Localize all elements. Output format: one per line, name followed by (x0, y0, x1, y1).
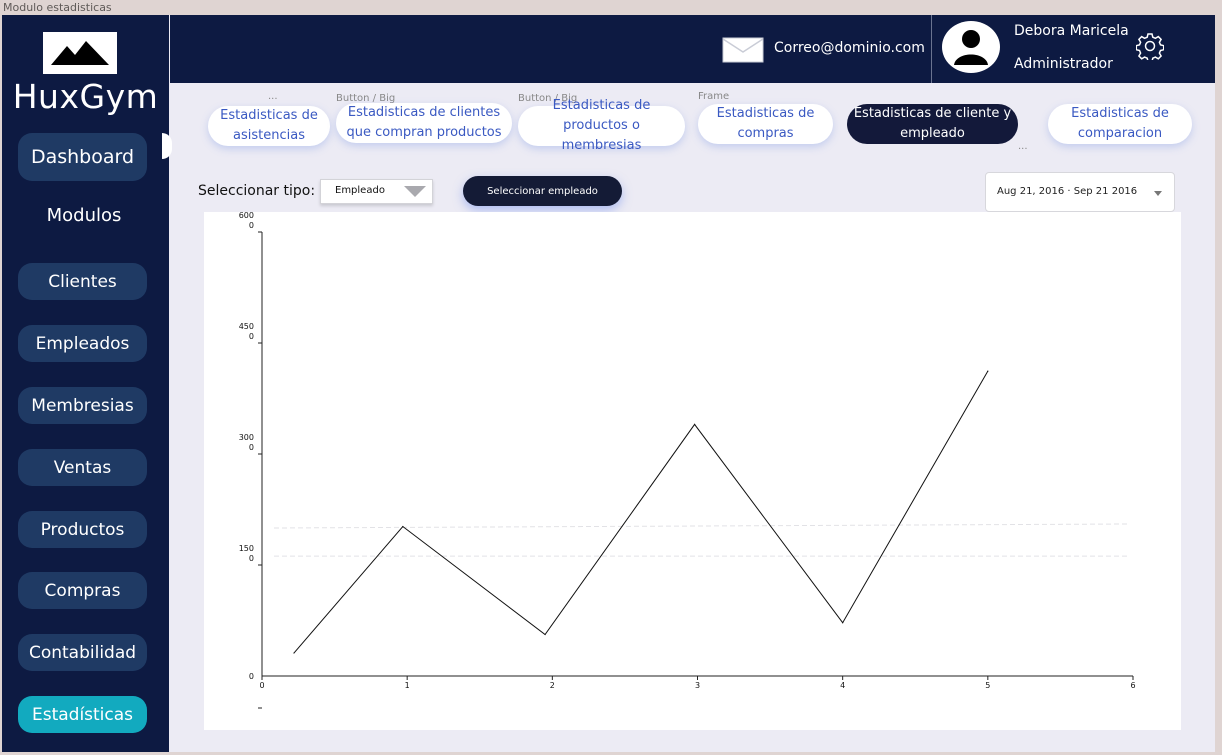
tab-clientes-productos[interactable]: Estadisticas de clientes que compran pro… (336, 103, 512, 143)
line-chart: 0 1 2 3 4 5 6 0 150 0 300 0 450 0 600 0 (239, 212, 1136, 709)
tab-productos-membresias[interactable]: Estadisticas de productos o membresias (518, 98, 685, 153)
select-type-label: Seleccionar tipo: (198, 183, 316, 199)
y-tick-label: 600 0 (239, 212, 254, 230)
data-point (544, 633, 546, 636)
user-role: Administrador (1014, 56, 1113, 72)
header-divider (931, 15, 932, 83)
series-line (293, 370, 989, 654)
tab-caption: ... (1018, 141, 1028, 152)
y-tick-label: 300 0 (239, 433, 254, 452)
sidebar-item-compras[interactable]: Compras (18, 572, 147, 609)
brand-name: HuxGym (12, 77, 159, 116)
select-employee-button[interactable]: Seleccionar empleado (463, 176, 622, 206)
chart-panel: 0 1 2 3 4 5 6 0 150 0 300 0 450 0 600 0 (204, 212, 1181, 730)
sidebar-item-contabilidad[interactable]: Contabilidad (18, 634, 147, 671)
window-title: Modulo estadisticas (3, 1, 112, 14)
x-tick-label: 6 (1130, 681, 1135, 690)
x-tick-label: 2 (550, 681, 555, 690)
y-tick-label: 450 0 (239, 322, 254, 341)
data-point (987, 370, 989, 372)
chevron-down-icon (404, 186, 426, 197)
type-select[interactable]: Empleado (320, 179, 433, 204)
gear-icon[interactable] (1136, 32, 1164, 60)
logo (43, 32, 117, 74)
date-range-picker[interactable]: Aug 21, 2016 · Sep 21 2016 (985, 172, 1175, 212)
tab-caption: Frame (698, 91, 730, 102)
y-tick-label: 0 (249, 672, 254, 681)
tab-comparacion[interactable]: Estadisticas de comparacion (1048, 104, 1192, 144)
x-tick-label: 4 (840, 681, 845, 690)
app-window: HuxGym Dashboard Modulos Clientes Emplea… (2, 15, 1215, 752)
date-range-value: Aug 21, 2016 · Sep 21 2016 (997, 186, 1138, 197)
user-avatar-icon (954, 30, 988, 65)
sidebar-item-dashboard[interactable]: Dashboard (18, 133, 147, 181)
type-select-value: Empleado (335, 185, 385, 196)
sidebar-item-productos[interactable]: Productos (18, 511, 147, 548)
data-point (293, 652, 295, 654)
user-name: Debora Maricela (1014, 23, 1129, 39)
x-tick-label: 0 (259, 681, 264, 690)
caret-down-icon (1154, 191, 1162, 196)
data-point (842, 622, 844, 624)
x-tick-label: 1 (405, 681, 410, 690)
x-tick-label: 3 (695, 681, 700, 690)
tab-scroll-edge (162, 133, 172, 159)
tab-asistencias[interactable]: Estadisticas de asistencias (208, 106, 330, 146)
mountain-logo-icon (51, 41, 109, 65)
y-tick-label: 150 0 (239, 544, 254, 563)
tab-compras[interactable]: Estadisticas de compras (698, 104, 833, 144)
sidebar-item-estadisticas[interactable]: Estadísticas (18, 696, 147, 733)
tab-caption: ... (268, 91, 278, 102)
sidebar-item-membresias[interactable]: Membresias (18, 387, 147, 424)
avatar[interactable] (942, 21, 1000, 73)
sidebar-item-clientes[interactable]: Clientes (18, 263, 147, 300)
top-header: Correo@dominio.com Debora Maricela Admin… (170, 15, 1215, 83)
sidebar: HuxGym Dashboard Modulos Clientes Emplea… (2, 15, 169, 752)
mail-icon[interactable] (722, 37, 764, 63)
section-title: Modulos (46, 205, 122, 226)
x-tick-label: 5 (985, 681, 990, 690)
data-point (693, 423, 696, 425)
sidebar-item-ventas[interactable]: Ventas (18, 449, 147, 486)
data-point (402, 525, 404, 528)
email-address: Correo@dominio.com (774, 40, 925, 56)
sidebar-item-empleados[interactable]: Empleados (18, 325, 147, 362)
tab-cliente-empleado[interactable]: Estadisticas de cliente y empleado (847, 104, 1018, 144)
